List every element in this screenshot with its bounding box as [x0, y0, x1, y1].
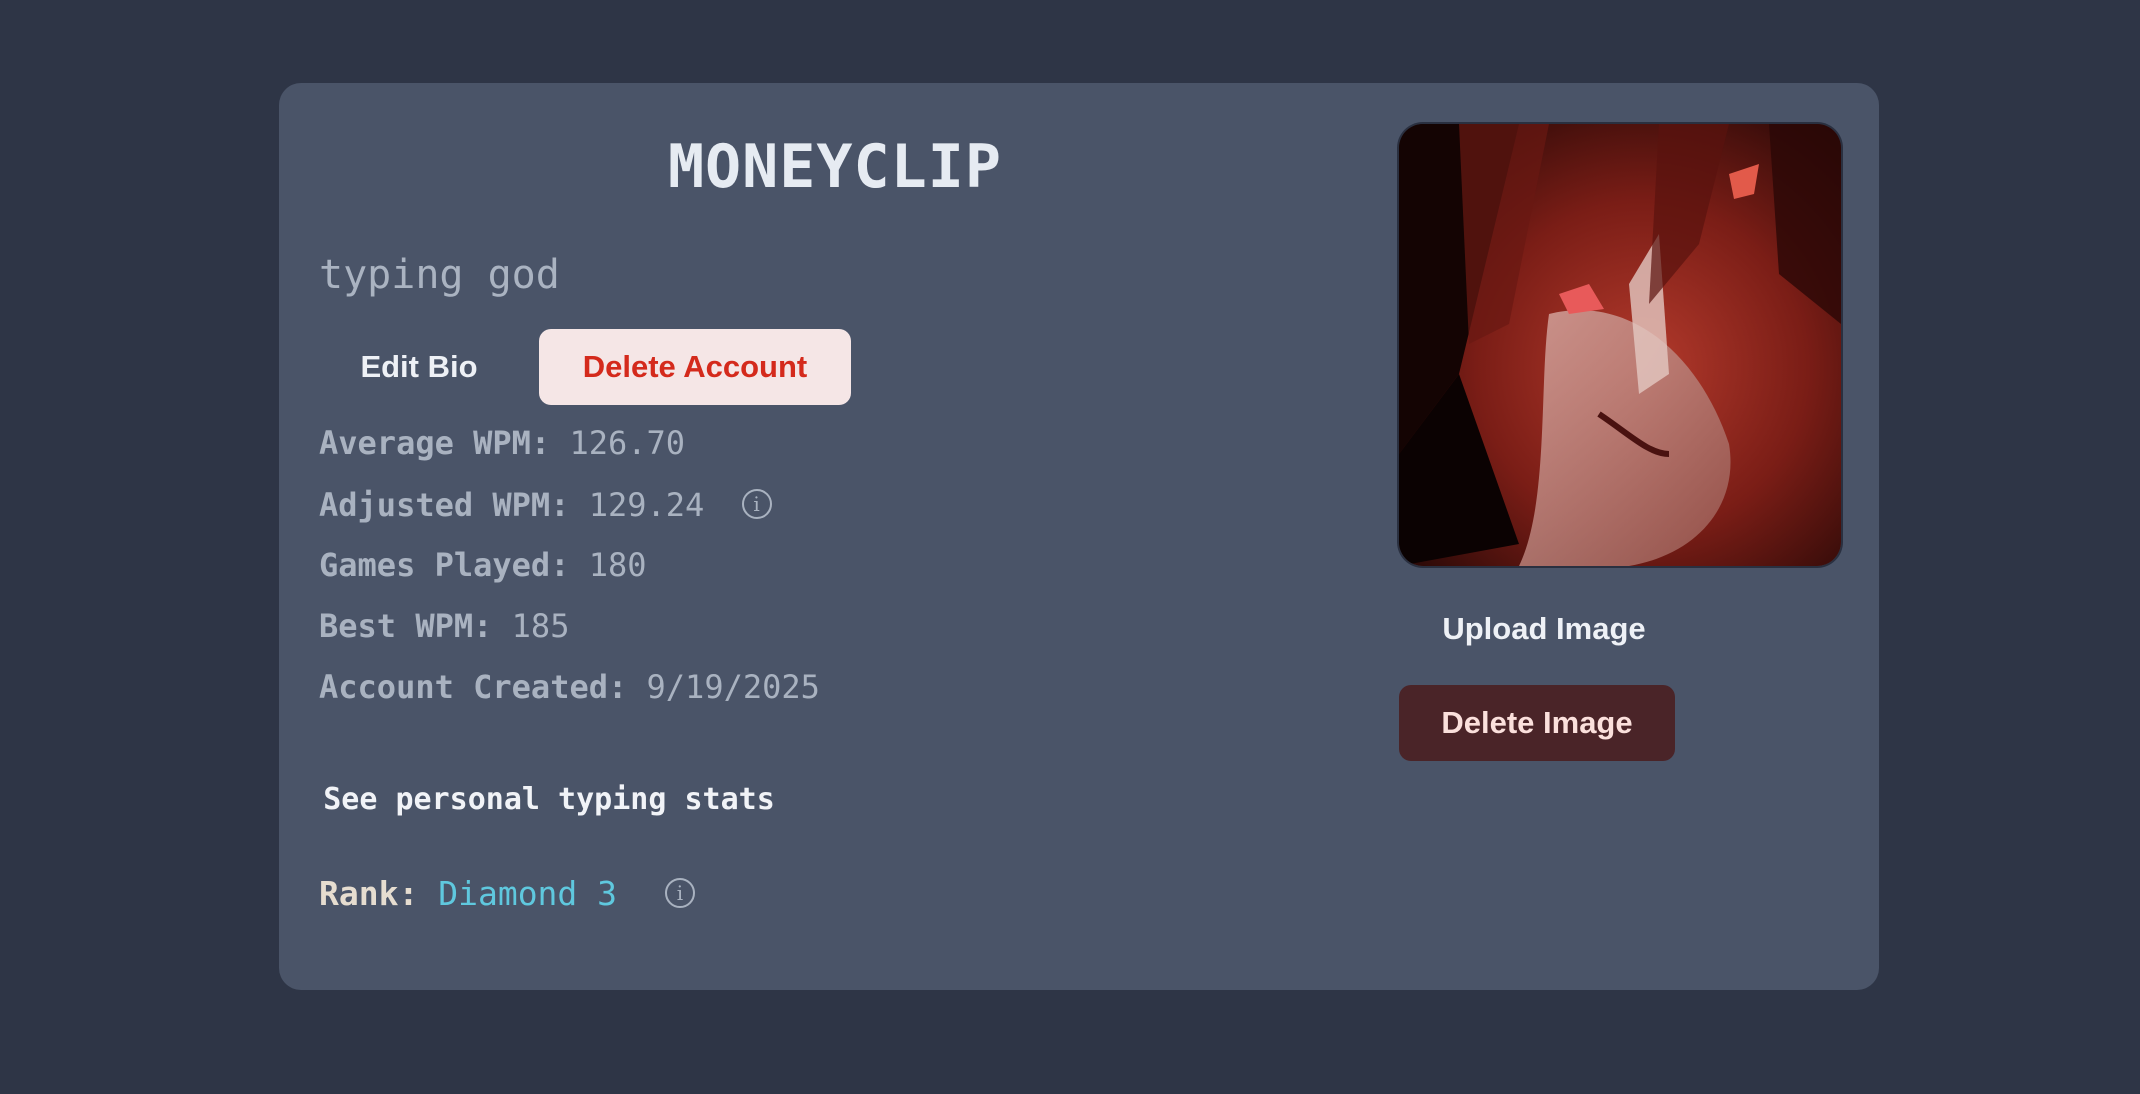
stat-value: 126.70: [569, 424, 686, 462]
upload-image-button[interactable]: Upload Image: [1399, 598, 1689, 660]
stat-best-wpm: Best WPM: 185: [319, 604, 569, 648]
stat-label: Adjusted WPM:: [319, 486, 570, 524]
stat-label: Average WPM:: [319, 424, 551, 462]
stat-label: Games Played:: [319, 546, 570, 584]
stat-average-wpm: Average WPM: 126.70: [319, 421, 685, 465]
delete-image-button[interactable]: Delete Image: [1399, 685, 1675, 761]
personal-stats-link[interactable]: See personal typing stats: [319, 778, 779, 822]
rank-label: Rank:: [319, 874, 419, 913]
stat-value: 180: [588, 546, 647, 584]
stat-adjusted-wpm: Adjusted WPM: 129.24 i: [319, 483, 772, 527]
rank-display: Rank: Diamond 3 i: [319, 870, 695, 918]
rank-info-icon[interactable]: i: [664, 877, 695, 908]
profile-picture[interactable]: [1399, 124, 1841, 566]
adjusted-wpm-info-icon[interactable]: i: [741, 489, 772, 519]
stat-games-played: Games Played: 180: [319, 543, 647, 587]
edit-bio-button[interactable]: Edit Bio: [319, 329, 519, 405]
stat-label: Best WPM:: [319, 607, 493, 645]
stat-value: 129.24: [588, 486, 705, 524]
rank-value: Diamond 3: [438, 874, 618, 913]
stat-label: Account Created:: [319, 668, 628, 706]
stat-account-created: Account Created: 9/19/2025: [319, 665, 820, 709]
delete-account-button[interactable]: Delete Account: [539, 329, 851, 405]
avatar-illustration: [1399, 124, 1841, 566]
stat-value: 9/19/2025: [646, 668, 820, 706]
stat-value: 185: [511, 607, 570, 645]
bio-text: typing god: [319, 252, 560, 298]
